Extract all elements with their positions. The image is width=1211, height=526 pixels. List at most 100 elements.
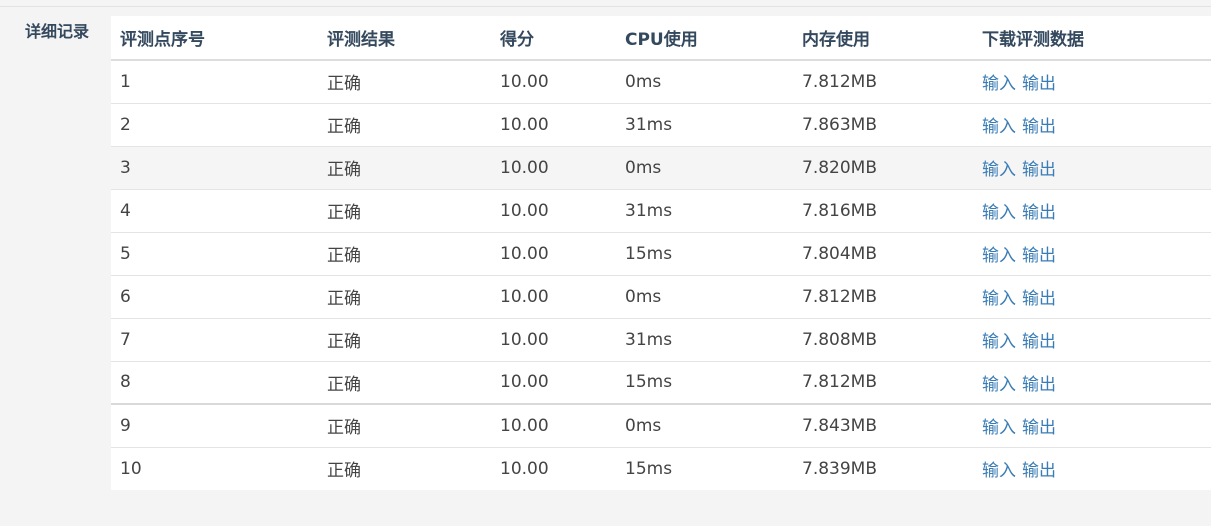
table-row: 10 正确 10.00 15ms 7.839MB 输入 输出 (111, 446, 1211, 490)
cell-cpu: 15ms (616, 446, 793, 490)
cell-result: 正确 (318, 360, 491, 404)
top-divider (0, 6, 1211, 7)
table-row: 3 正确 10.00 0ms 7.820MB 输入 输出 (111, 145, 1211, 189)
cell-result: 正确 (318, 145, 491, 189)
output-download-link[interactable]: 输出 (1022, 289, 1056, 309)
cell-cpu: 0ms (625, 71, 662, 92)
table-row: 9 正确 10.00 0ms 7.843MB 输入 输出 (111, 403, 1211, 447)
table-row: 4 正确 10.00 31ms 7.816MB 输入 输出 (111, 188, 1211, 232)
cell-cpu: 31ms (616, 188, 793, 232)
section-label: 详细记录 (25, 22, 90, 41)
cell-memory: 7.804MB (793, 231, 973, 275)
cell-memory: 7.812MB (793, 274, 973, 318)
cell-cpu: 0ms (616, 403, 793, 447)
cell-score: 10.00 (491, 145, 616, 189)
cell-score: 10.00 (491, 360, 616, 404)
cell-score: 10.00 (491, 231, 616, 275)
cell-cpu: 15ms (616, 231, 793, 275)
input-download-link[interactable]: 输入 (982, 117, 1016, 137)
cell-download: 输入 输出 (973, 231, 1211, 275)
output-download-link[interactable]: 输出 (1022, 160, 1056, 180)
cell-index: 10 (111, 446, 318, 490)
cell-download: 输入 输出 (973, 102, 1211, 146)
cell-memory: 7.839MB (793, 446, 973, 490)
cell-index: 5 (111, 231, 318, 275)
cell-download: 输入 输出 (973, 145, 1211, 189)
cell-index: 2 (111, 102, 318, 146)
table-row: 6 正确 10.00 0ms 7.812MB 输入 输出 (111, 274, 1211, 318)
input-download-link[interactable]: 输入 (982, 160, 1016, 180)
output-download-link[interactable]: 输出 (1022, 461, 1056, 481)
cell-memory: 7.820MB (793, 145, 973, 189)
cell-result: 正确 (318, 188, 491, 232)
cell-memory: 7.863MB (793, 102, 973, 146)
cell-result: 正确 (318, 102, 491, 146)
header-cpu: CPU使用 (616, 16, 793, 61)
cell-download: 输入 输出 (973, 188, 1211, 232)
cell-result: 正确 (318, 274, 491, 318)
table-row: 2 正确 10.00 31ms 7.863MB 输入 输出 (111, 102, 1211, 146)
output-download-link[interactable]: 输出 (1022, 74, 1056, 94)
table-row: 1 正确 10.00 0ms 7.812MB 输入 输出 (111, 60, 1211, 103)
input-download-link[interactable]: 输入 (982, 289, 1016, 309)
cell-cpu: 0ms (616, 145, 793, 189)
cell-download: 输入 输出 (973, 403, 1211, 447)
cell-index: 8 (111, 360, 318, 404)
cell-score: 10.00 (491, 188, 616, 232)
header-result: 评测结果 (318, 16, 491, 61)
table-row: 5 正确 10.00 15ms 7.804MB 输入 输出 (111, 231, 1211, 275)
cell-memory: 7.812MB (793, 360, 973, 404)
cell-result: 正确 (318, 317, 491, 361)
cell-memory: 7.816MB (793, 188, 973, 232)
cell-score: 10.00 (491, 274, 616, 318)
table-body: 1 正确 10.00 0ms 7.812MB 输入 输出 2 正确 10.00 3… (111, 60, 1211, 490)
output-download-link[interactable]: 输出 (1022, 375, 1056, 395)
output-download-link[interactable]: 输出 (1022, 117, 1056, 137)
input-download-link[interactable]: 输入 (982, 418, 1016, 438)
cell-download: 输入 输出 (973, 360, 1211, 404)
cell-score: 10.00 (491, 317, 616, 361)
input-download-link[interactable]: 输入 (982, 375, 1016, 395)
cell-download: 输入 输出 (973, 274, 1211, 318)
cell-result: 正确 (327, 74, 361, 95)
cell-cpu: 31ms (616, 317, 793, 361)
cell-memory: 7.808MB (793, 317, 973, 361)
input-download-link[interactable]: 输入 (982, 332, 1016, 352)
input-download-link[interactable]: 输入 (982, 461, 1016, 481)
cell-download: 输入 输出 (973, 446, 1211, 490)
cell-score: 10.00 (500, 71, 549, 92)
cell-index: 4 (111, 188, 318, 232)
input-download-link[interactable]: 输入 (982, 74, 1016, 94)
header-memory: 内存使用 (793, 16, 973, 61)
cell-index: 7 (111, 317, 318, 361)
cell-score: 10.00 (491, 403, 616, 447)
cell-cpu: 0ms (616, 274, 793, 318)
output-download-link[interactable]: 输出 (1022, 246, 1056, 266)
judge-details-table-container: 评测点序号 评测结果 得分 CPU使用 内存使用 下载评测数据 1 正确 10.… (111, 16, 1211, 490)
input-download-link[interactable]: 输入 (982, 203, 1016, 223)
cell-score: 10.00 (491, 446, 616, 490)
output-download-link[interactable]: 输出 (1022, 418, 1056, 438)
output-download-link[interactable]: 输出 (1022, 203, 1056, 223)
header-score: 得分 (491, 16, 616, 61)
cell-download: 输入 输出 (973, 317, 1211, 361)
cell-memory: 7.812MB (802, 71, 877, 92)
cell-cpu: 31ms (616, 102, 793, 146)
header-testcase-index: 评测点序号 (111, 16, 318, 61)
table-row: 8 正确 10.00 15ms 7.812MB 输入 输出 (111, 360, 1211, 404)
cell-index: 3 (111, 145, 318, 189)
output-download-link[interactable]: 输出 (1022, 332, 1056, 352)
cell-cpu: 15ms (616, 360, 793, 404)
table-row: 7 正确 10.00 31ms 7.808MB 输入 输出 (111, 317, 1211, 361)
cell-download: 输入 输出 (973, 60, 1211, 103)
cell-index: 6 (111, 274, 318, 318)
cell-result: 正确 (318, 446, 491, 490)
cell-score: 10.00 (491, 102, 616, 146)
cell-memory: 7.843MB (793, 403, 973, 447)
table-header-row: 评测点序号 评测结果 得分 CPU使用 内存使用 下载评测数据 (111, 16, 1211, 61)
cell-index: 1 (120, 71, 131, 92)
judge-details-table: 评测点序号 评测结果 得分 CPU使用 内存使用 下载评测数据 1 正确 10.… (111, 16, 1211, 490)
cell-result: 正确 (318, 403, 491, 447)
input-download-link[interactable]: 输入 (982, 246, 1016, 266)
header-download: 下载评测数据 (973, 16, 1211, 61)
